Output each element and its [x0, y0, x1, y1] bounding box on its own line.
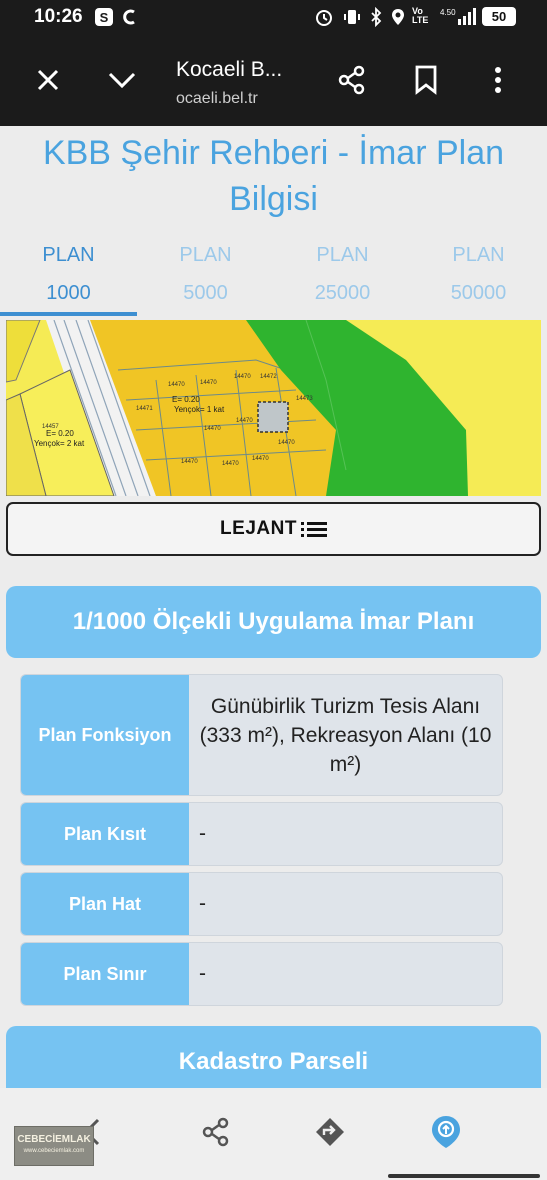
tab-label-line2: 50000 [450, 282, 507, 304]
plan-section-heading[interactable]: 1/1000 Ölçekli Uygulama İmar Planı [6, 586, 541, 658]
share-icon [202, 1117, 229, 1147]
web-page: KBB Şehir Rehberi - İmar Plan Bilgisi PL… [0, 126, 547, 1088]
collapse-button[interactable] [104, 62, 140, 98]
tab-label-line1: PLAN [452, 244, 505, 266]
location-pin-icon [432, 1116, 460, 1148]
map-label-h-left: Yençok= 2 kat [34, 439, 85, 448]
tab-label-line2: 5000 [183, 282, 228, 304]
svg-text:14470: 14470 [278, 440, 295, 446]
svg-text:14470: 14470 [252, 456, 269, 462]
table-row: Plan Sınır - [20, 942, 503, 1006]
battery-indicator: 50 [482, 7, 516, 26]
share-button[interactable] [334, 62, 370, 98]
row-key: Plan Hat [21, 873, 189, 935]
svg-text:14470: 14470 [236, 418, 253, 424]
status-bar: 10:26 S Vo LTE 4.50 50 [0, 0, 547, 34]
bookmark-button[interactable] [408, 62, 444, 98]
alarm-icon [314, 7, 334, 27]
home-indicator[interactable] [388, 1174, 540, 1178]
svg-text:14473: 14473 [296, 396, 313, 402]
tab-label-line2: 1000 [46, 282, 91, 304]
watermark-line1: CEBECİEMLAK [17, 1134, 91, 1145]
svg-text:S: S [100, 10, 109, 25]
page-url: ocaeli.bel.tr [176, 90, 258, 107]
screen: 10:26 S Vo LTE 4.50 50 Kocaeli B... ocae… [0, 0, 547, 1180]
list-icon [300, 522, 327, 537]
tab-plan-50000[interactable]: PLAN 50000 [410, 232, 547, 318]
svg-text:14470: 14470 [181, 459, 198, 465]
signal-icon: 4.50 [440, 7, 476, 27]
svg-text:4.50: 4.50 [440, 8, 456, 17]
volte-indicator: Vo LTE [412, 6, 429, 25]
svg-text:14471: 14471 [136, 406, 153, 412]
zoning-map[interactable]: 14470 14470 14470 14471 14470 14470 14470 144… [6, 320, 541, 496]
cadastre-section-heading[interactable]: Kadastro Parseli [6, 1026, 541, 1088]
status-time: 10:26 [34, 6, 83, 27]
svg-text:14470: 14470 [204, 426, 221, 432]
bluetooth-icon [366, 6, 386, 28]
directions-button[interactable] [310, 1112, 350, 1152]
browser-toolbar: Kocaeli B... ocaeli.bel.tr [0, 34, 547, 126]
row-key: Plan Sınır [21, 943, 189, 1005]
tab-plan-1000[interactable]: PLAN 1000 [0, 232, 137, 318]
row-value: - [199, 822, 206, 845]
watermark-logo: CEBECİEMLAK www.cebeciemlak.com [14, 1126, 94, 1166]
tab-label-line1: PLAN [316, 244, 369, 266]
tab-label-line1: PLAN [179, 244, 232, 266]
tab-plan-25000[interactable]: PLAN 25000 [274, 232, 411, 318]
vibrate-icon [342, 7, 362, 27]
location-icon [388, 7, 408, 27]
share-page-button[interactable] [196, 1112, 236, 1152]
tab-label-line2: 25000 [314, 282, 371, 304]
more-options-button[interactable] [480, 62, 516, 98]
active-tab-indicator [0, 312, 137, 316]
legend-label: LEJANT [220, 518, 297, 539]
legend-button[interactable]: LEJANT [6, 502, 541, 556]
svg-text:14470: 14470 [234, 374, 251, 380]
share-icon [338, 65, 365, 95]
zoning-map-graphic: 14470 14470 14470 14471 14470 14470 14470 144… [6, 320, 541, 496]
row-value: - [199, 962, 206, 985]
close-icon [37, 69, 59, 91]
row-key: Plan Fonksiyon [21, 675, 189, 795]
page-title: KBB Şehir Rehberi - İmar Plan Bilgisi [42, 134, 505, 218]
table-row: Plan Fonksiyon Günübirlik Turizm Tesis A… [20, 674, 503, 796]
row-value: Günübirlik Turizm Tesis Alanı (333 m²), … [199, 694, 492, 776]
chevron-down-icon [108, 72, 136, 89]
location-button[interactable] [426, 1112, 466, 1152]
table-row: Plan Kısıt - [20, 802, 503, 866]
tab-label-line1: PLAN [42, 244, 95, 266]
more-vert-icon [495, 67, 501, 93]
row-key: Plan Kısıt [21, 803, 189, 865]
svg-text:14472: 14472 [260, 374, 277, 380]
row-value: - [199, 892, 206, 915]
bookmark-icon [415, 65, 437, 95]
map-label-e-left: E= 0.20 [46, 429, 74, 438]
watermark-line2: www.cebeciemlak.com [23, 1148, 85, 1154]
table-row: Plan Hat - [20, 872, 503, 936]
map-label-e-center: E= 0.20 [172, 395, 200, 404]
app-c-icon [120, 7, 140, 27]
tab-plan-5000[interactable]: PLAN 5000 [137, 232, 274, 318]
map-label-h-center: Yençok= 1 kat [174, 405, 225, 414]
plan-tabs: PLAN 1000 PLAN 5000 PLAN 25000 PLAN 5000… [0, 232, 547, 318]
directions-icon [316, 1118, 344, 1146]
svg-text:14470: 14470 [200, 380, 217, 386]
app-s-icon: S [94, 7, 114, 27]
svg-text:14470: 14470 [222, 461, 239, 467]
page-tab-title: Kocaeli B... [176, 58, 283, 81]
close-button[interactable] [30, 62, 66, 98]
svg-text:14470: 14470 [168, 382, 185, 388]
